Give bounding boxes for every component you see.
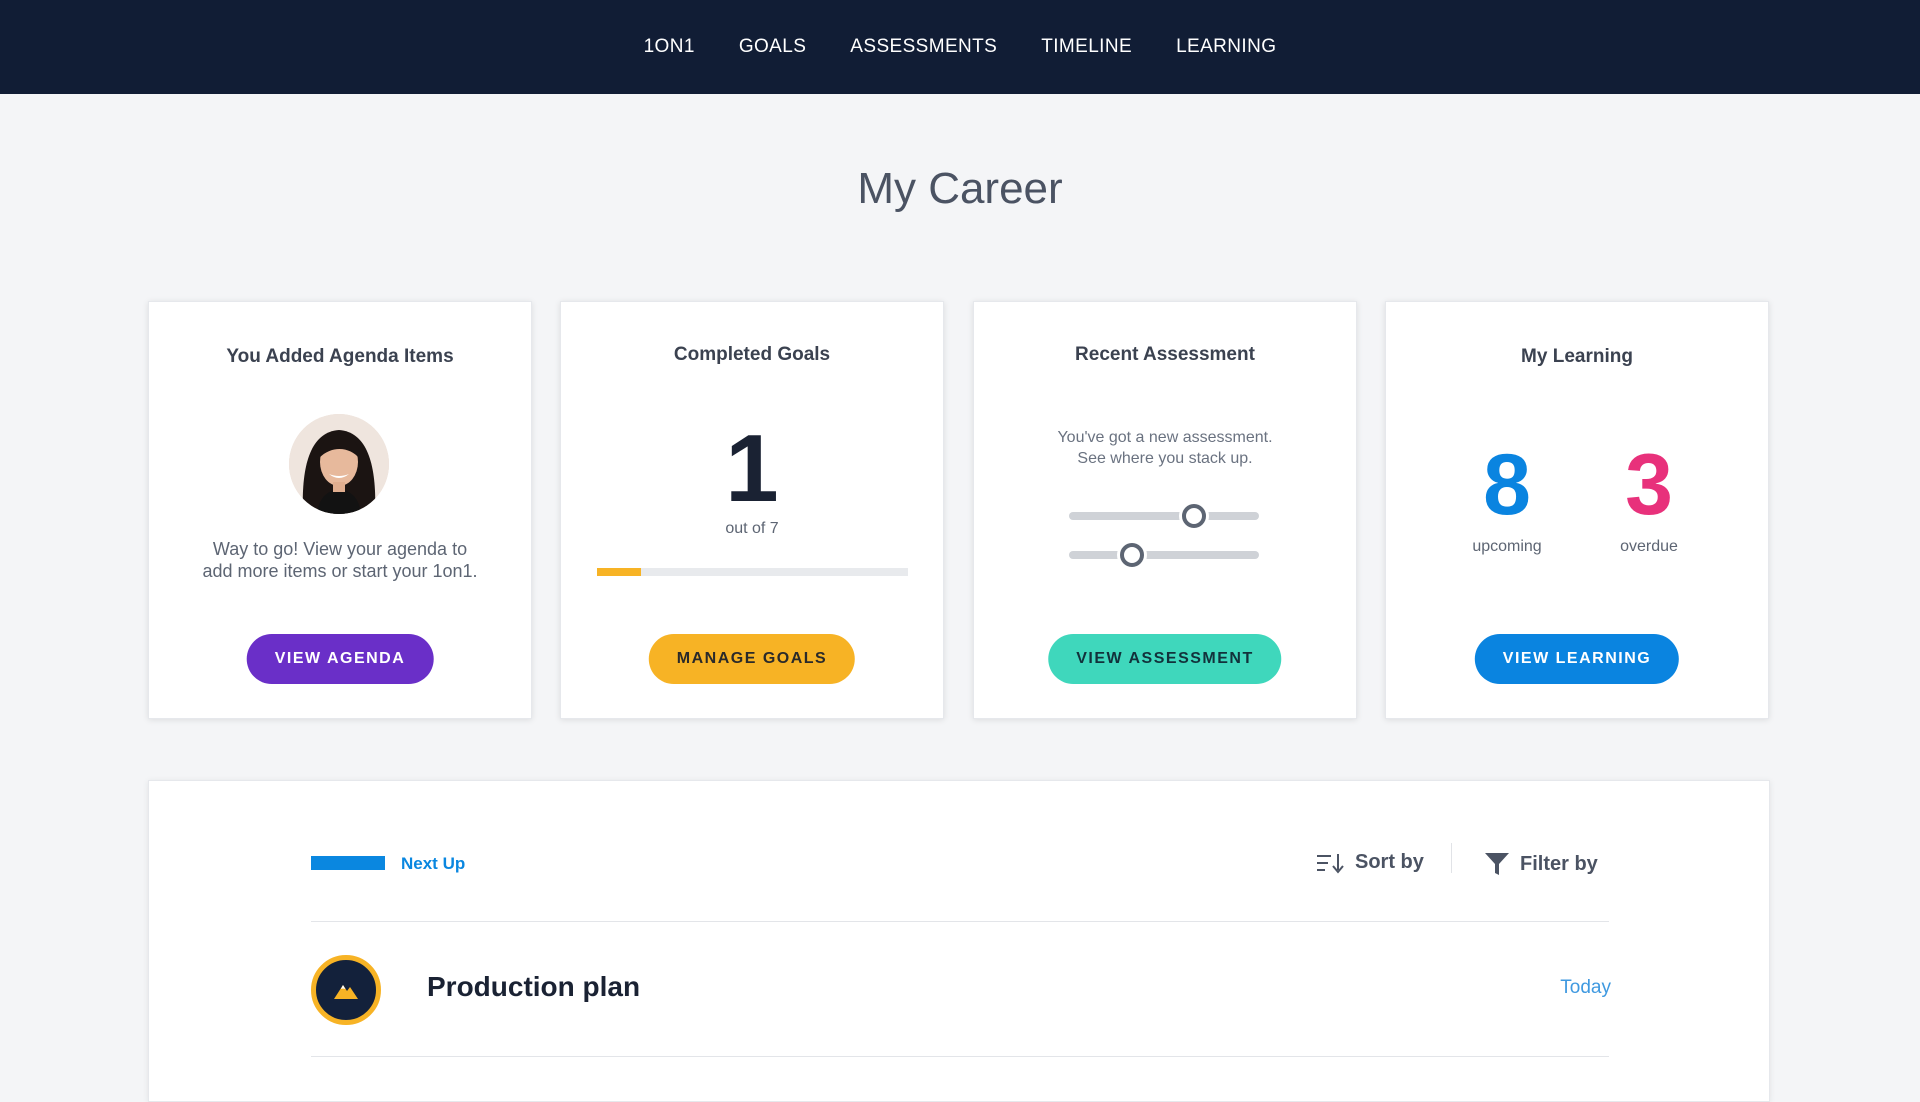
top-navigation: 1ON1 GOALS ASSESSMENTS TIMELINE LEARNING xyxy=(0,0,1920,94)
mountain-icon xyxy=(332,979,360,1001)
view-agenda-button[interactable]: VIEW AGENDA xyxy=(247,634,434,684)
goals-card-title: Completed Goals xyxy=(561,344,943,366)
assessment-card: Recent Assessment You've got a new asses… xyxy=(973,301,1357,719)
sort-by-label: Sort by xyxy=(1355,851,1424,874)
filter-by-button[interactable]: Filter by xyxy=(1484,851,1598,877)
assessment-slider-2 xyxy=(1069,551,1259,559)
list-divider-bottom xyxy=(311,1056,1609,1057)
slider-knob-2 xyxy=(1120,543,1144,567)
view-assessment-button[interactable]: VIEW ASSESSMENT xyxy=(1048,634,1281,684)
assessment-card-title: Recent Assessment xyxy=(974,344,1356,366)
filter-icon xyxy=(1484,851,1510,877)
agenda-card: You Added Agenda Items Way to go! View y… xyxy=(148,301,532,719)
goals-total-text: out of 7 xyxy=(561,520,943,538)
learning-card: My Learning 8 upcoming 3 overdue VIEW LE… xyxy=(1385,301,1769,719)
nav-item-1on1[interactable]: 1ON1 xyxy=(644,36,695,58)
list-item-date: Today xyxy=(1560,977,1611,999)
agenda-card-title: You Added Agenda Items xyxy=(149,346,531,368)
page-title: My Career xyxy=(0,164,1920,214)
overdue-stat: 3 overdue xyxy=(1574,442,1724,556)
goals-card: Completed Goals 1 out of 7 MANAGE GOALS xyxy=(560,301,944,719)
agenda-desc-line1: Way to go! View your agenda to xyxy=(169,538,511,560)
sort-by-button[interactable]: Sort by xyxy=(1317,851,1424,874)
slider-knob-1 xyxy=(1182,504,1206,528)
goals-progress-fill xyxy=(597,568,641,576)
overdue-label: overdue xyxy=(1574,538,1724,556)
sort-icon xyxy=(1317,852,1345,874)
tab-next-up[interactable]: Next Up xyxy=(401,854,465,874)
agenda-desc-line2: add more items or start your 1on1. xyxy=(169,560,511,582)
assessment-desc-line1: You've got a new assessment. xyxy=(974,429,1356,447)
next-up-panel: Next Up Sort by Filter by Production pla… xyxy=(148,780,1770,1102)
toolbar-divider xyxy=(1451,843,1452,873)
upcoming-label: upcoming xyxy=(1432,538,1582,556)
completed-goals-count: 1 xyxy=(561,414,943,524)
view-learning-button[interactable]: VIEW LEARNING xyxy=(1475,634,1679,684)
upcoming-stat: 8 upcoming xyxy=(1432,442,1582,556)
production-plan-icon xyxy=(311,955,381,1025)
nav-item-goals[interactable]: GOALS xyxy=(739,36,806,58)
overdue-count: 3 xyxy=(1574,442,1724,528)
nav-item-learning[interactable]: LEARNING xyxy=(1176,36,1276,58)
filter-by-label: Filter by xyxy=(1520,853,1598,876)
next-up-indicator xyxy=(311,856,385,870)
manage-goals-button[interactable]: MANAGE GOALS xyxy=(649,634,855,684)
goals-progress-bar xyxy=(597,568,908,576)
assessment-slider-1 xyxy=(1069,512,1259,520)
nav-item-assessments[interactable]: ASSESSMENTS xyxy=(850,36,997,58)
nav-item-timeline[interactable]: TIMELINE xyxy=(1041,36,1132,58)
assessment-desc-line2: See where you stack up. xyxy=(974,450,1356,468)
list-divider-top xyxy=(311,921,1609,922)
avatar xyxy=(289,414,389,514)
learning-card-title: My Learning xyxy=(1386,346,1768,368)
upcoming-count: 8 xyxy=(1432,442,1582,528)
avatar-image xyxy=(289,414,389,514)
list-item-title[interactable]: Production plan xyxy=(427,971,640,1003)
